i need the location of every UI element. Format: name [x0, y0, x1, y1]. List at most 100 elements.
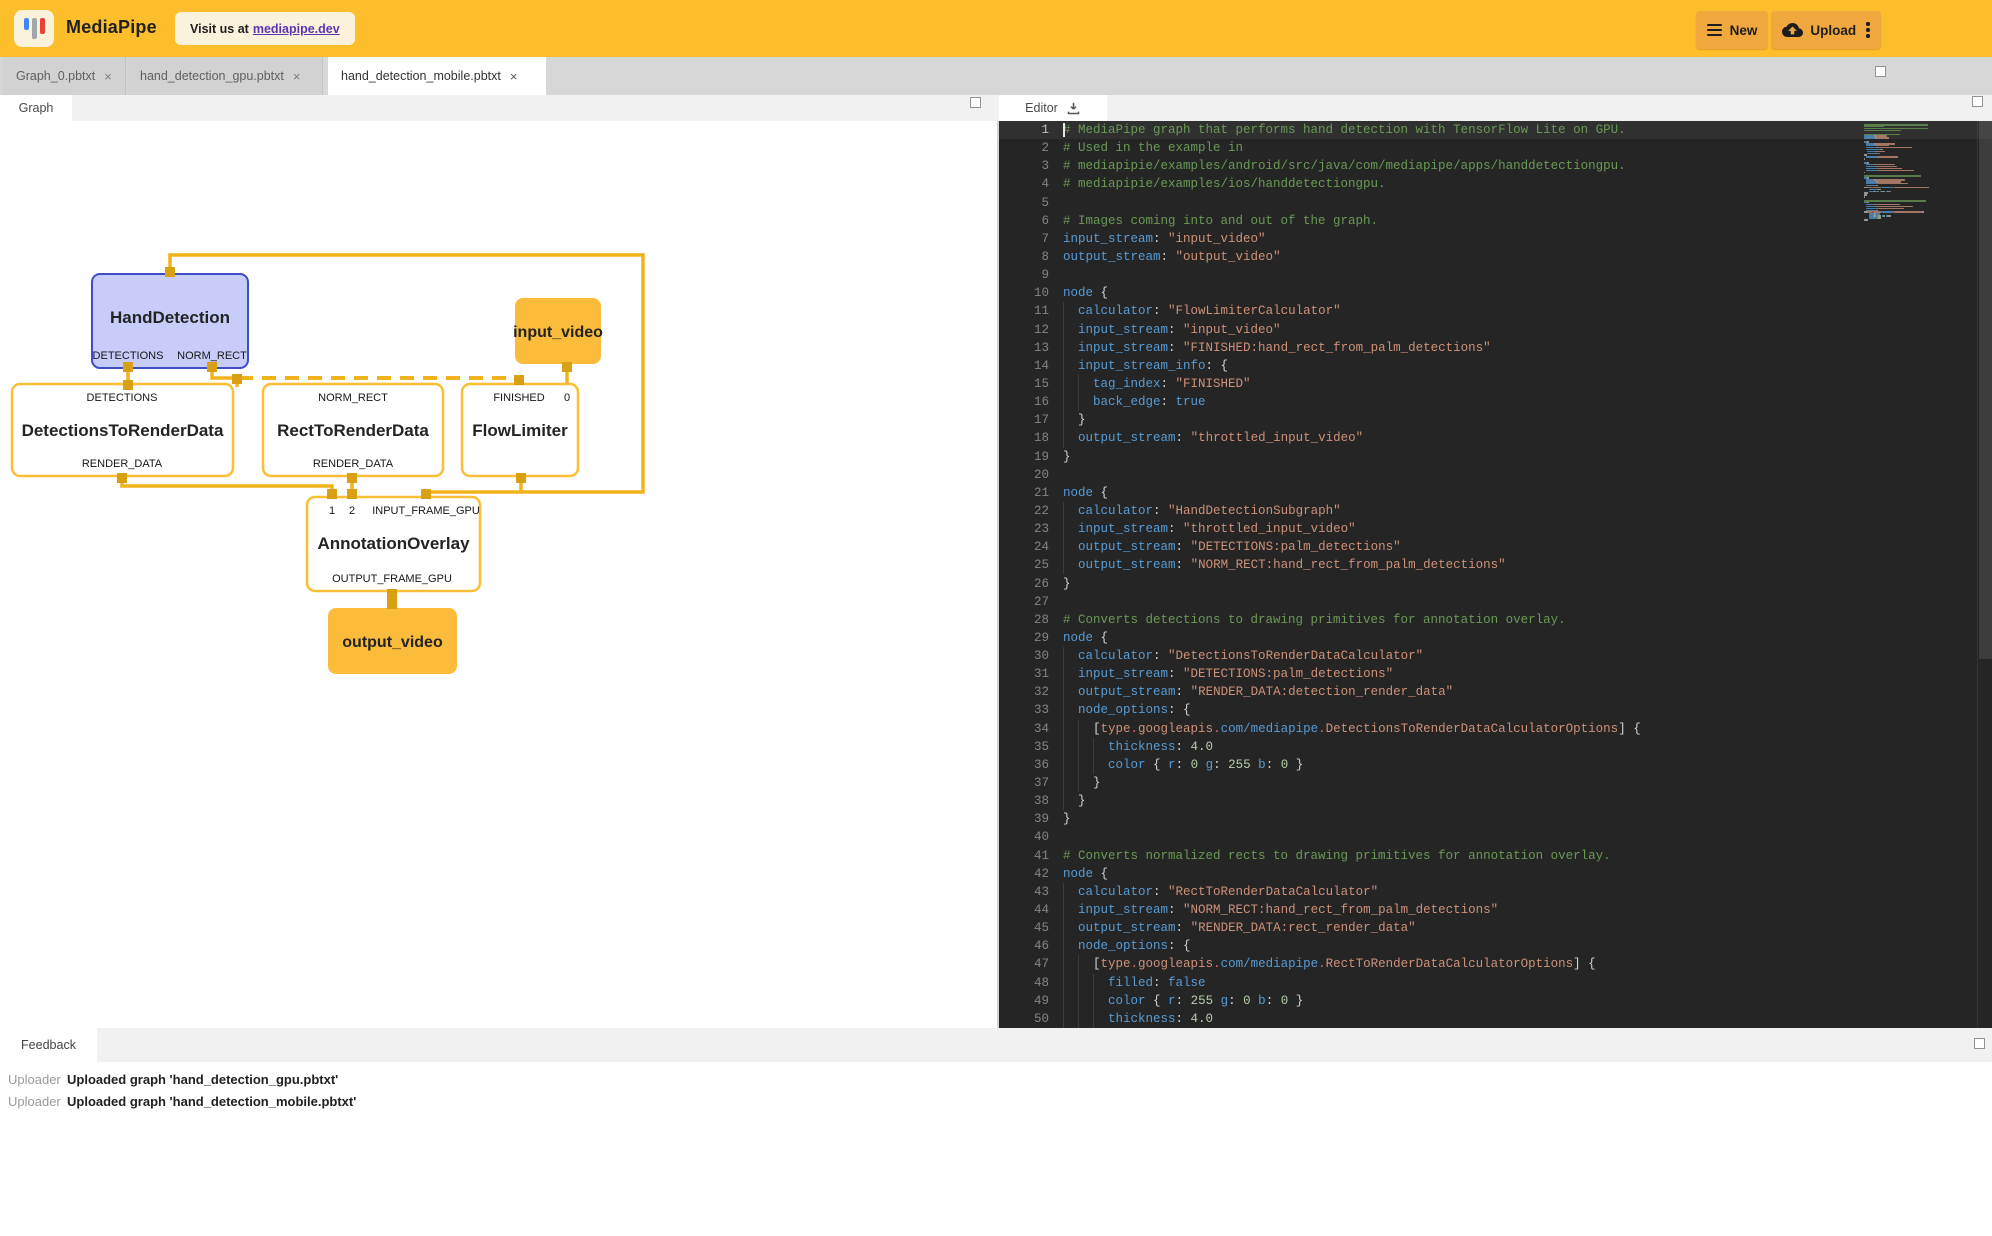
code-line-11[interactable]: 11 calculator: "FlowLimiterCalculator" — [999, 302, 1992, 320]
code-line-41[interactable]: 41# Converts normalized rects to drawing… — [999, 847, 1992, 865]
code-text: output_stream: "output_video" — [1063, 248, 1281, 266]
line-number: 1 — [999, 121, 1049, 139]
more-options-kebab-icon[interactable] — [1866, 20, 1869, 41]
port-label: INPUT_FRAME_GPU — [372, 505, 480, 517]
close-tab-icon[interactable]: × — [104, 69, 112, 84]
code-line-43[interactable]: 43 calculator: "RectToRenderDataCalculat… — [999, 883, 1992, 901]
visit-us-pill[interactable]: Visit us at mediapipe.dev — [175, 12, 355, 45]
code-line-8[interactable]: 8output_stream: "output_video" — [999, 248, 1992, 266]
close-tab-icon[interactable]: × — [293, 69, 301, 84]
code-line-33[interactable]: 33 node_options: { — [999, 701, 1992, 719]
graph-node-hand-detection[interactable]: HandDetectionDETECTIONSNORM_RECT — [92, 274, 248, 368]
code-line-18[interactable]: 18 output_stream: "throttled_input_video… — [999, 429, 1992, 447]
tab-graph[interactable]: Graph — [0, 95, 72, 121]
graph-node-rect-to-render-data[interactable]: NORM_RECTRectToRenderDataRENDER_DATA — [263, 384, 443, 476]
code-text: input_stream: "DETECTIONS:palm_detection… — [1063, 665, 1393, 683]
editor-minimap[interactable] — [1862, 124, 1978, 364]
code-line-21[interactable]: 21node { — [999, 484, 1992, 502]
upload-button[interactable]: Upload — [1771, 11, 1881, 49]
line-number: 34 — [999, 720, 1049, 738]
code-line-50[interactable]: 50 thickness: 4.0 — [999, 1010, 1992, 1028]
code-line-48[interactable]: 48 filled: false — [999, 974, 1992, 992]
code-line-14[interactable]: 14 input_stream_info: { — [999, 357, 1992, 375]
line-number: 31 — [999, 665, 1049, 683]
maximize-editor-panel-icon[interactable] — [1972, 96, 1983, 107]
editor-scrollbar[interactable] — [1977, 121, 1992, 1028]
code-line-28[interactable]: 28# Converts detections to drawing primi… — [999, 611, 1992, 629]
edge-connector-square — [232, 374, 242, 384]
close-tab-icon[interactable]: × — [510, 69, 518, 84]
code-line-12[interactable]: 12 input_stream: "input_video" — [999, 321, 1992, 339]
code-line-30[interactable]: 30 calculator: "DetectionsToRenderDataCa… — [999, 647, 1992, 665]
code-line-29[interactable]: 29node { — [999, 629, 1992, 647]
file-tab-label: Graph_0.pbtxt — [16, 69, 95, 83]
code-line-27[interactable]: 27 — [999, 593, 1992, 611]
graph-canvas[interactable]: HandDetectionDETECTIONSNORM_RECT input_vi… — [0, 121, 997, 1028]
code-line-2[interactable]: 2# Used in the example in — [999, 139, 1992, 157]
code-line-38[interactable]: 38 } — [999, 792, 1992, 810]
code-line-31[interactable]: 31 input_stream: "DETECTIONS:palm_detect… — [999, 665, 1992, 683]
code-line-47[interactable]: 47 [type.googleapis.com/mediapipe.RectTo… — [999, 955, 1992, 973]
code-line-37[interactable]: 37 } — [999, 774, 1992, 792]
maximize-panel-icon[interactable] — [1875, 66, 1886, 77]
code-line-45[interactable]: 45 output_stream: "RENDER_DATA:rect_rend… — [999, 919, 1992, 937]
graph-node-flow-limiter[interactable]: FINISHED0FlowLimiter — [462, 384, 578, 476]
code-line-23[interactable]: 23 input_stream: "throttled_input_video" — [999, 520, 1992, 538]
code-line-22[interactable]: 22 calculator: "HandDetectionSubgraph" — [999, 502, 1992, 520]
code-line-9[interactable]: 9 — [999, 266, 1992, 284]
download-icon[interactable] — [1066, 101, 1081, 116]
line-number: 25 — [999, 556, 1049, 574]
code-line-7[interactable]: 7input_stream: "input_video" — [999, 230, 1992, 248]
code-line-40[interactable]: 40 — [999, 828, 1992, 846]
code-line-42[interactable]: 42node { — [999, 865, 1992, 883]
code-line-5[interactable]: 5 — [999, 194, 1992, 212]
file-tab-hand_detection_mobile.pbtxt[interactable]: hand_detection_mobile.pbtxt × — [328, 57, 546, 95]
code-line-4[interactable]: 4# mediapipie/examples/ios/handdetection… — [999, 175, 1992, 193]
new-button[interactable]: New — [1696, 11, 1768, 49]
code-line-1[interactable]: 1# MediaPipe graph that performs hand de… — [999, 121, 1992, 139]
code-text: calculator: "RectToRenderDataCalculator" — [1063, 883, 1378, 901]
graph-node-output-video[interactable]: output_video — [328, 608, 457, 674]
line-number: 2 — [999, 139, 1049, 157]
code-editor[interactable]: 1# MediaPipe graph that performs hand de… — [999, 121, 1992, 1028]
code-line-26[interactable]: 26} — [999, 575, 1992, 593]
code-line-10[interactable]: 10node { — [999, 284, 1992, 302]
maximize-feedback-panel-icon[interactable] — [1974, 1038, 1985, 1049]
file-tab-Graph_0.pbtxt[interactable]: Graph_0.pbtxt × — [3, 57, 126, 95]
code-line-44[interactable]: 44 input_stream: "NORM_RECT:hand_rect_fr… — [999, 901, 1992, 919]
mediapipe-visualizer-app: MediaPipe Visit us at mediapipe.dev New … — [0, 0, 1992, 1236]
code-line-19[interactable]: 19} — [999, 448, 1992, 466]
file-tab-label: hand_detection_mobile.pbtxt — [341, 69, 501, 83]
editor-scrollbar-slider[interactable] — [1979, 121, 1992, 659]
line-number: 24 — [999, 538, 1049, 556]
code-line-46[interactable]: 46 node_options: { — [999, 937, 1992, 955]
code-line-34[interactable]: 34 [type.googleapis.com/mediapipe.Detect… — [999, 720, 1992, 738]
code-line-25[interactable]: 25 output_stream: "NORM_RECT:hand_rect_f… — [999, 556, 1992, 574]
code-line-13[interactable]: 13 input_stream: "FINISHED:hand_rect_fro… — [999, 339, 1992, 357]
code-line-3[interactable]: 3# mediapipie/examples/android/src/java/… — [999, 157, 1992, 175]
line-number: 7 — [999, 230, 1049, 248]
file-tab-hand_detection_gpu.pbtxt[interactable]: hand_detection_gpu.pbtxt× — [127, 57, 323, 95]
code-line-20[interactable]: 20 — [999, 466, 1992, 484]
code-line-36[interactable]: 36 color { r: 0 g: 255 b: 0 } — [999, 756, 1992, 774]
code-line-35[interactable]: 35 thickness: 4.0 — [999, 738, 1992, 756]
graph-node-annotation-overlay[interactable]: 12INPUT_FRAME_GPUAnnotationOverlayOUTPUT… — [307, 497, 480, 591]
line-number: 47 — [999, 955, 1049, 973]
code-line-49[interactable]: 49 color { r: 255 g: 0 b: 0 } — [999, 992, 1992, 1010]
maximize-graph-panel-icon[interactable] — [970, 97, 981, 108]
code-line-17[interactable]: 17 } — [999, 411, 1992, 429]
mediapipe-dev-link[interactable]: mediapipe.dev — [253, 22, 340, 36]
tab-editor[interactable]: Editor — [999, 95, 1107, 121]
code-line-39[interactable]: 39} — [999, 810, 1992, 828]
edge-connector-square — [387, 589, 397, 599]
tab-feedback[interactable]: Feedback — [0, 1028, 97, 1062]
code-line-32[interactable]: 32 output_stream: "RENDER_DATA:detection… — [999, 683, 1992, 701]
line-number: 15 — [999, 375, 1049, 393]
graph-node-detections-to-render-data[interactable]: DETECTIONSDetectionsToRenderDataRENDER_D… — [12, 384, 233, 476]
graph-node-input-video[interactable]: input_video — [513, 298, 603, 364]
code-line-15[interactable]: 15 tag_index: "FINISHED" — [999, 375, 1992, 393]
edge-connector-square — [387, 599, 397, 609]
code-line-16[interactable]: 16 back_edge: true — [999, 393, 1992, 411]
code-line-6[interactable]: 6# Images coming into and out of the gra… — [999, 212, 1992, 230]
code-line-24[interactable]: 24 output_stream: "DETECTIONS:palm_detec… — [999, 538, 1992, 556]
